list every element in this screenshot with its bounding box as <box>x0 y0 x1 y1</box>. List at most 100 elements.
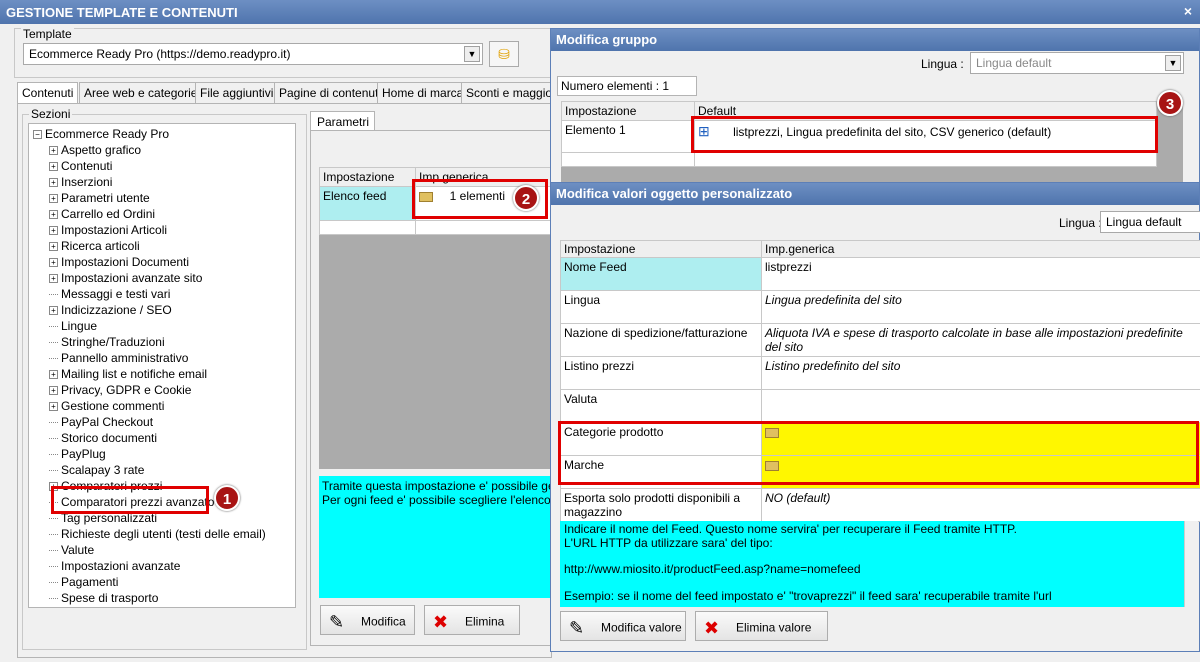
tree-item[interactable]: + Contenuti <box>49 158 291 174</box>
tree-item[interactable]: Lingue <box>49 318 291 334</box>
elimina-button[interactable]: ✖ Elimina <box>424 605 520 635</box>
chevron-down-icon[interactable]: ▼ <box>464 46 480 62</box>
template-group: Template Ecommerce Ready Pro (https://de… <box>14 27 554 78</box>
row-nazione: Nazione di spedizione/fatturazione <box>560 323 762 357</box>
elimina-valore-button[interactable]: ✖ Elimina valore <box>695 611 828 641</box>
elenco-feed-cell[interactable]: Elenco feed <box>319 186 416 221</box>
expand-icon[interactable]: + <box>49 370 58 380</box>
esporta-value[interactable]: NO (default) <box>761 488 1200 522</box>
tree-item[interactable]: + Privacy, GDPR e Cookie <box>49 382 291 398</box>
tree-item[interactable]: + Mailing list e notifiche email <box>49 366 291 382</box>
expand-icon[interactable]: + <box>49 386 58 396</box>
tree-item[interactable]: Valute <box>49 542 291 558</box>
tree-root[interactable]: − Ecommerce Ready Pro <box>33 126 291 142</box>
tree-item[interactable]: Pannello amministrativo <box>49 350 291 366</box>
tree-item-label: Spese di trasporto <box>61 591 159 605</box>
tree-item[interactable]: + Aspetto grafico <box>49 142 291 158</box>
col-impostazione: Impostazione <box>319 167 416 187</box>
expand-icon[interactable]: + <box>49 258 58 268</box>
tab-contenuti[interactable]: Contenuti <box>17 82 79 104</box>
badge-2: 2 <box>513 185 539 211</box>
expand-icon[interactable]: + <box>49 210 58 220</box>
tree-item[interactable]: PayPal Checkout <box>49 414 291 430</box>
desc-line: http://www.miosito.it/productFeed.asp?na… <box>564 562 861 576</box>
tree-line-icon <box>49 454 58 456</box>
nome-feed-input[interactable]: listprezzi <box>761 257 1200 291</box>
tree-item-label: Impostazioni avanzate <box>61 559 181 573</box>
tree-line-icon <box>49 422 58 424</box>
tree-item-label: Inserzioni <box>61 175 113 189</box>
modifica-valore-label: Modifica valore <box>601 620 682 635</box>
elemento-1-cell[interactable]: Elemento 1 <box>561 120 695 153</box>
tree-line-icon <box>49 534 58 536</box>
tree-line-icon <box>49 358 58 360</box>
tab-pagine-contenuti[interactable]: Pagine di contenuti <box>274 82 387 103</box>
tree-item[interactable]: + Inserzioni <box>49 174 291 190</box>
lingua-select[interactable]: Lingua default ▼ <box>970 52 1184 74</box>
tree-item-label: Pannello amministrativo <box>61 351 189 365</box>
tree-item[interactable]: Storico documenti <box>49 430 291 446</box>
tree-item[interactable]: Richieste degli utenti (testi delle emai… <box>49 526 291 542</box>
lingua-select[interactable]: Lingua default <box>1100 211 1200 233</box>
col-impostazione: Impostazione <box>560 240 762 258</box>
chevron-down-icon[interactable]: ▼ <box>1165 55 1181 71</box>
lingua-value[interactable]: Lingua predefinita del sito <box>761 290 1200 324</box>
modifica-button[interactable]: ✎ Modifica <box>320 605 415 635</box>
tab-aree-web[interactable]: Aree web e categorie <box>79 82 203 103</box>
valuta-value[interactable] <box>761 389 1200 423</box>
nazione-value[interactable]: Aliquota IVA e spese di trasporto calcol… <box>761 323 1200 357</box>
badge-3: 3 <box>1157 90 1183 116</box>
tree-item[interactable]: Scalapay 3 rate <box>49 462 291 478</box>
collapse-icon[interactable]: − <box>33 130 42 140</box>
modifica-valore-button[interactable]: ✎ Modifica valore <box>560 611 686 641</box>
expand-icon[interactable]: + <box>49 226 58 236</box>
tree-item[interactable]: + Carrello ed Ordini <box>49 206 291 222</box>
highlight-box-1 <box>51 486 209 514</box>
expand-icon[interactable]: + <box>49 402 58 412</box>
expand-icon[interactable]: + <box>49 242 58 252</box>
tree-line-icon <box>49 518 58 520</box>
tab-label: Sconti e maggiora <box>466 86 563 100</box>
expand-icon[interactable]: + <box>49 306 58 316</box>
listino-value[interactable]: Listino predefinito del sito <box>761 356 1200 390</box>
tree-item[interactable]: + Parametri utente <box>49 190 291 206</box>
elimina-label: Elimina <box>465 614 505 629</box>
main-title: GESTIONE TEMPLATE E CONTENUTI <box>6 5 238 20</box>
tree-item[interactable]: + Impostazioni Articoli <box>49 222 291 238</box>
expand-icon[interactable]: + <box>49 194 58 204</box>
sections-tree[interactable]: − Ecommerce Ready Pro + Aspetto grafico + Co… <box>28 123 296 608</box>
expand-icon[interactable]: + <box>49 162 58 172</box>
expand-icon[interactable]: + <box>49 146 58 156</box>
params-description: Tramite questa impostazione e' possibile… <box>319 476 552 598</box>
tree-line-icon <box>49 342 58 344</box>
tree-item[interactable]: Spese di trasporto <box>49 590 291 606</box>
edit-icon: ✎ <box>329 612 345 632</box>
tree-item[interactable]: + Gestione commenti <box>49 398 291 414</box>
template-label: Template <box>21 27 74 41</box>
tab-label: Pagine di contenuti <box>279 86 382 100</box>
tree-item[interactable]: Stringhe/Traduzioni <box>49 334 291 350</box>
tree-item[interactable]: + Ricerca articoli <box>49 238 291 254</box>
tree-item[interactable]: + Indicizzazione / SEO <box>49 302 291 318</box>
close-icon[interactable]: × <box>1184 3 1192 19</box>
tree-item-label: Ricerca articoli <box>61 239 140 253</box>
expand-icon[interactable]: + <box>49 274 58 284</box>
scrollbar[interactable] <box>1184 521 1198 607</box>
template-db-icon[interactable]: ⛁ <box>489 41 519 67</box>
tree-item-label: Privacy, GDPR e Cookie <box>61 383 192 397</box>
tree-item[interactable]: PayPlug <box>49 446 291 462</box>
tree-item[interactable]: Impostazioni avanzate <box>49 558 291 574</box>
tab-parametri[interactable]: Parametri <box>310 111 375 131</box>
tree-item[interactable]: Pagamenti <box>49 574 291 590</box>
edit-icon: ✎ <box>569 618 585 638</box>
template-select[interactable]: Ecommerce Ready Pro (https://demo.readyp… <box>23 43 483 65</box>
tab-file-aggiuntivi[interactable]: File aggiuntivi <box>195 82 279 103</box>
tab-home-marca[interactable]: Home di marca <box>377 82 469 103</box>
tab-label: Contenuti <box>22 86 74 100</box>
tree-item[interactable]: + Impostazioni Documenti <box>49 254 291 270</box>
tree-line-icon <box>49 582 58 584</box>
tree-item[interactable]: + Impostazioni avanzate sito <box>49 270 291 286</box>
expand-icon[interactable]: + <box>49 178 58 188</box>
tree-item-label: Impostazioni Articoli <box>61 223 168 237</box>
tree-item[interactable]: Messaggi e testi vari <box>49 286 291 302</box>
